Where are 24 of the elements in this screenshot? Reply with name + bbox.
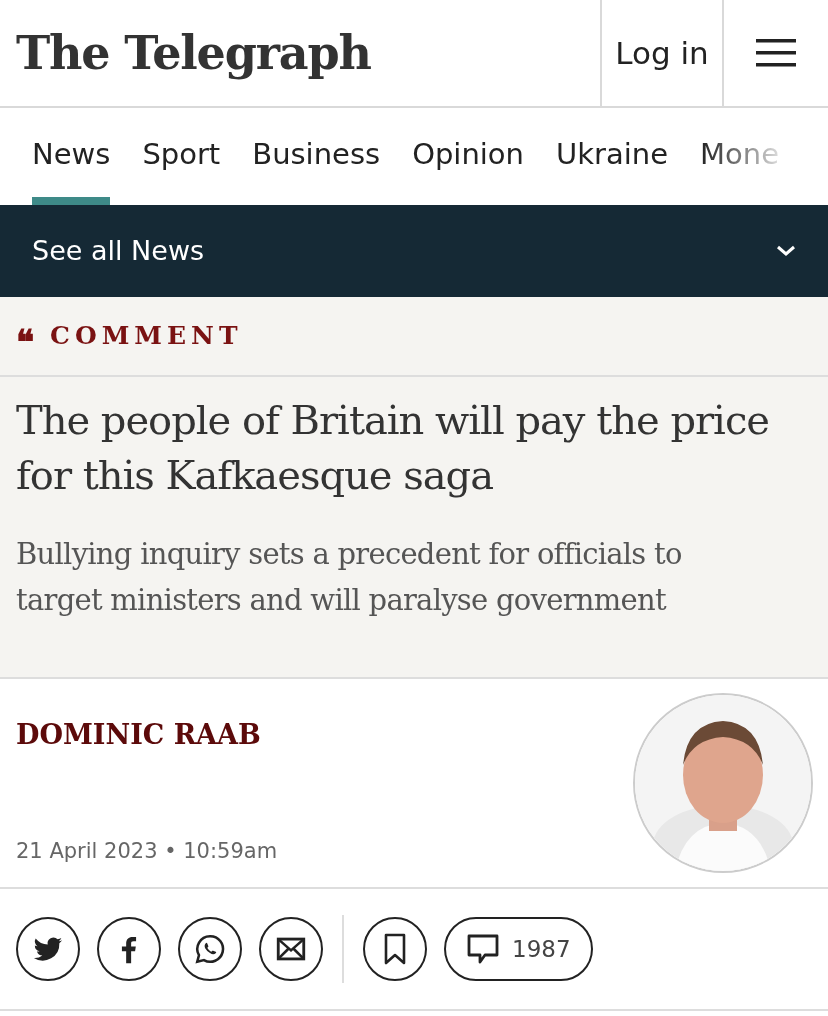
nav-tab[interactable]: Opinion	[412, 108, 524, 205]
login-button[interactable]: Log in	[600, 0, 722, 106]
phone-bubble-icon	[193, 932, 227, 966]
standfirst: Bullying inquiry sets a precedent for officials to target ministers and will paralyse government	[15, 536, 683, 619]
section-label: COMMENT	[50, 320, 243, 353]
publish-date: 21 April 2023 • 10:59am	[16, 837, 279, 865]
nav-tab[interactable]: Ukraine	[556, 108, 668, 205]
email-button[interactable]	[259, 917, 323, 981]
nav-tab[interactable]: Sport	[142, 108, 221, 205]
headline: The people of Britain will pay the price for this Kafkaesque saga	[15, 396, 770, 500]
facebook-button[interactable]	[97, 917, 161, 981]
comments-button[interactable]: 1987	[444, 917, 593, 981]
quote-mark: ❝	[16, 321, 34, 359]
chevron-down-icon	[776, 245, 796, 257]
bookmark-icon	[382, 933, 408, 965]
speech-bubble-icon	[466, 933, 500, 965]
whatsapp-button[interactable]	[178, 917, 242, 981]
section-dropdown[interactable]: See all News	[0, 205, 828, 297]
logo[interactable]: The Telegraph	[0, 0, 600, 106]
author-link[interactable]: DOMINIC RAAB	[16, 715, 261, 756]
menu-icon	[756, 39, 796, 67]
twitter-button[interactable]	[16, 917, 80, 981]
bookmark-button[interactable]	[363, 917, 427, 981]
nav-tab[interactable]: Business	[252, 108, 381, 205]
